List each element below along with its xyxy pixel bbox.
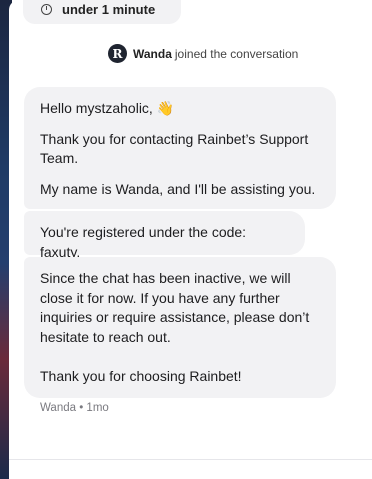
message-bubble-closing: Since the chat has been inactive, we wil… [24,257,336,398]
message-bubble-code: You're registered under the code: faxuty… [24,211,305,260]
reply-time-label: under 1 minute [62,2,156,17]
clock-icon [41,3,52,15]
message-line: Hello mystzaholic, 👋 [40,100,175,116]
message-bubble-greeting: Hello mystzaholic, 👋 Thank you for conta… [24,87,336,209]
message-line: Since the chat has been inactive, we wil… [40,270,310,345]
join-agent-name: Wanda [133,46,172,61]
composer-divider [9,459,372,460]
agent-avatar: R [108,44,127,63]
join-event: R Wanda joined the conversation [108,44,298,63]
chat-screen: under 1 minute R Wanda joined the conver… [0,0,372,479]
join-event-text: joined the conversation [174,46,299,61]
reply-time-pill: under 1 minute [23,0,181,24]
message-line: My name is Wanda, and I'll be assisting … [40,180,316,197]
message-line: Thank you for contacting Rainbet’s Suppo… [40,130,309,167]
message-meta: Wanda • 1mo [40,402,109,414]
message-line: You're registered under the code: faxuty… [40,224,247,260]
message-gap [40,347,320,367]
message-line: Thank you for choosing Rainbet! [40,367,242,384]
